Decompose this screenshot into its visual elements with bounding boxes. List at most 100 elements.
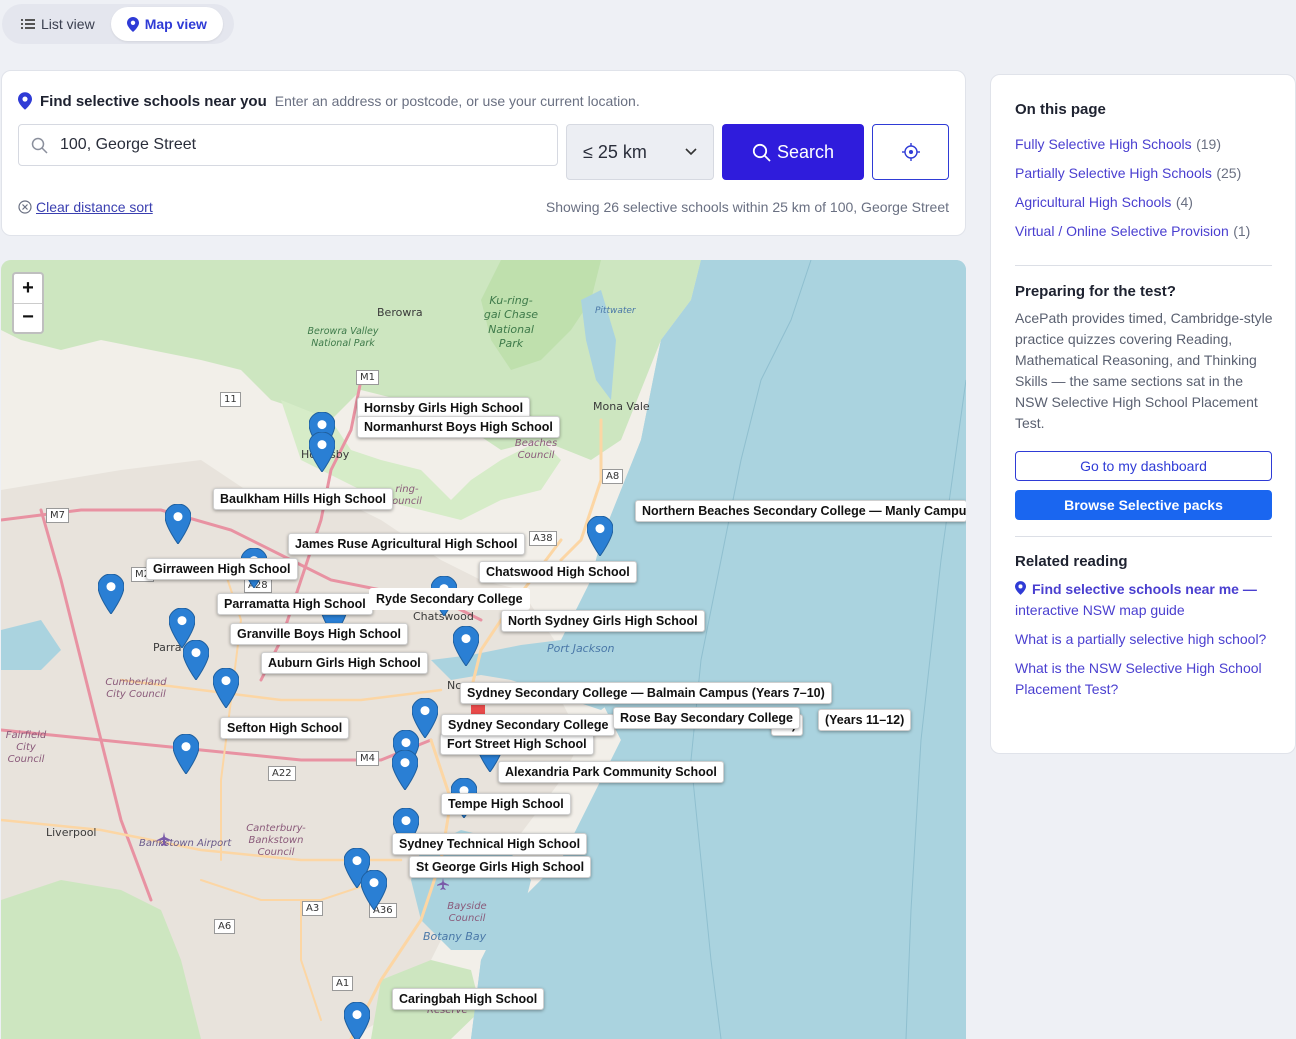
map[interactable]: + − Berowra Mona Vale Chatswood Liverpoo…	[1, 260, 966, 1039]
location-pin-icon	[18, 92, 32, 110]
zoom-control: + −	[12, 272, 44, 334]
clear-distance-sort-link[interactable]: Clear distance sort	[18, 199, 153, 215]
browse-packs-button[interactable]: Browse Selective packs	[1015, 490, 1272, 520]
place-label: Bankstown Airport	[139, 838, 232, 849]
council-label: Fairfield City Council	[5, 730, 47, 765]
school-label[interactable]: Girraween High School	[146, 558, 298, 580]
toc-item-count: (1)	[1233, 223, 1251, 239]
school-label[interactable]: Rose Bay Secondary College	[613, 707, 800, 729]
school-marker[interactable]	[453, 626, 479, 666]
school-label[interactable]: Normanhurst Boys High School	[357, 416, 560, 438]
school-label[interactable]: St George Girls High School	[409, 856, 592, 878]
council-label: Beaches Council	[514, 438, 558, 461]
table-of-contents: On this page Fully Selective High School…	[1015, 101, 1250, 251]
place-label: Berowra	[377, 306, 423, 319]
place-label: Botany Bay	[423, 930, 487, 943]
related-link[interactable]: Find selective schools near me — interac…	[1015, 579, 1273, 621]
toc-item[interactable]: Agricultural High Schools (4)	[1015, 193, 1250, 212]
search-card: Find selective schools near you Enter an…	[1, 70, 966, 236]
school-label[interactable]: Fort Street High School	[440, 733, 594, 755]
toc-item-label: Virtual / Online Selective Provision	[1015, 223, 1229, 239]
address-value: 100, George Street	[60, 136, 197, 153]
toc-title: On this page	[1015, 101, 1106, 118]
school-label[interactable]: Alexandria Park Community School	[498, 761, 724, 783]
school-marker[interactable]	[98, 574, 124, 614]
search-icon	[31, 137, 48, 154]
toc-item[interactable]: Partially Selective High Schools (25)	[1015, 164, 1250, 183]
road-shield: A3	[302, 901, 324, 916]
school-marker[interactable]	[344, 1002, 370, 1039]
distance-value: ≤ 25 km	[583, 141, 647, 162]
toc-item[interactable]: Virtual / Online Selective Provision (1)	[1015, 222, 1250, 241]
zoom-in-button[interactable]: +	[14, 274, 42, 303]
related-link-rest: interactive NSW map guide	[1015, 602, 1185, 618]
road-shield: A6	[214, 919, 236, 934]
road-shield: A8	[602, 469, 624, 484]
school-label[interactable]: Sefton High School	[220, 717, 350, 739]
map-view-label: Map view	[144, 16, 207, 32]
school-label[interactable]: Parramatta High School	[217, 593, 373, 615]
prep-title: Preparing for the test?	[1015, 283, 1176, 300]
school-marker[interactable]	[183, 640, 209, 680]
address-input[interactable]: 100, George Street	[18, 124, 558, 166]
prep-text: AcePath provides timed, Cambridge-style …	[1015, 310, 1273, 431]
distance-select[interactable]: ≤ 25 km	[566, 124, 714, 180]
toc-item[interactable]: Fully Selective High Schools (19)	[1015, 135, 1250, 154]
road-shield: 11	[220, 392, 241, 407]
park-label: Berowra Valley National Park	[307, 326, 379, 350]
crosshair-icon	[901, 143, 920, 161]
results-status: Showing 26 selective schools within 25 k…	[545, 199, 949, 215]
school-label[interactable]: Sydney Secondary College — Balmain Campu…	[460, 682, 832, 704]
map-pin-icon	[1015, 581, 1026, 595]
school-label[interactable]: Tempe High School	[441, 793, 571, 815]
map-view-tab[interactable]: Map view	[110, 7, 223, 41]
chevron-down-icon	[685, 148, 697, 156]
school-marker[interactable]	[213, 668, 239, 708]
place-label: Port Jackson	[547, 642, 615, 655]
school-label[interactable]: Granville Boys High School	[230, 623, 408, 645]
toc-item-label: Partially Selective High Schools	[1015, 165, 1212, 181]
dashboard-button[interactable]: Go to my dashboard	[1015, 451, 1272, 481]
school-label[interactable]: Sydney Technical High School	[392, 833, 588, 855]
school-label[interactable]: Caringbah High School	[392, 988, 545, 1010]
council-label: Cumberland City Council	[105, 677, 167, 700]
park-label: Ku-ring-gai Chase National Park	[483, 294, 539, 350]
toc-item-label: Fully Selective High Schools	[1015, 136, 1192, 152]
school-label[interactable]: Northern Beaches Secondary College — Man…	[635, 500, 966, 522]
school-label[interactable]: Chatswood High School	[479, 561, 637, 583]
view-toggle: List view Map view	[2, 4, 234, 44]
toc-item-label: Agricultural High Schools	[1015, 194, 1172, 210]
school-label[interactable]: James Ruse Agricultural High School	[288, 533, 525, 555]
use-location-button[interactable]	[872, 124, 949, 180]
school-marker[interactable]	[587, 516, 613, 556]
school-label[interactable]: North Sydney Girls High School	[501, 610, 705, 632]
place-label: Pittwater	[595, 306, 636, 316]
related-link[interactable]: What is the NSW Selective High School Pl…	[1015, 658, 1273, 700]
road-shield: A38	[529, 531, 557, 546]
school-label[interactable]: Baulkham Hills High School	[213, 488, 393, 510]
list-view-tab[interactable]: List view	[5, 7, 111, 41]
close-circle-icon	[18, 200, 32, 214]
school-marker[interactable]	[165, 504, 191, 544]
school-marker[interactable]	[173, 734, 199, 774]
search-button-label: Search	[776, 141, 835, 162]
school-label[interactable]: (Years 11–12)	[818, 709, 912, 731]
school-marker[interactable]	[309, 432, 335, 472]
toc-item-count: (25)	[1216, 165, 1242, 181]
place-label: Mona Vale	[593, 400, 650, 413]
school-marker[interactable]	[361, 870, 387, 910]
list-icon	[21, 19, 35, 29]
related-link[interactable]: What is a partially selective high schoo…	[1015, 629, 1273, 650]
school-label[interactable]: Sydney Secondary College	[441, 714, 616, 736]
place-label: Liverpool	[46, 826, 97, 839]
search-subtitle: Enter an address or postcode, or use you…	[274, 93, 640, 109]
prep-section: Preparing for the test? AcePath provides…	[1015, 283, 1273, 434]
school-marker[interactable]	[392, 750, 418, 790]
related-link-bold: Find selective schools near me —	[1032, 581, 1257, 597]
search-button[interactable]: Search	[722, 124, 864, 180]
road-shield: M7	[46, 508, 69, 523]
zoom-out-button[interactable]: −	[14, 302, 42, 333]
school-label[interactable]: Ryde Secondary College	[369, 588, 530, 610]
divider	[1015, 536, 1272, 537]
school-label[interactable]: Auburn Girls High School	[261, 652, 428, 674]
